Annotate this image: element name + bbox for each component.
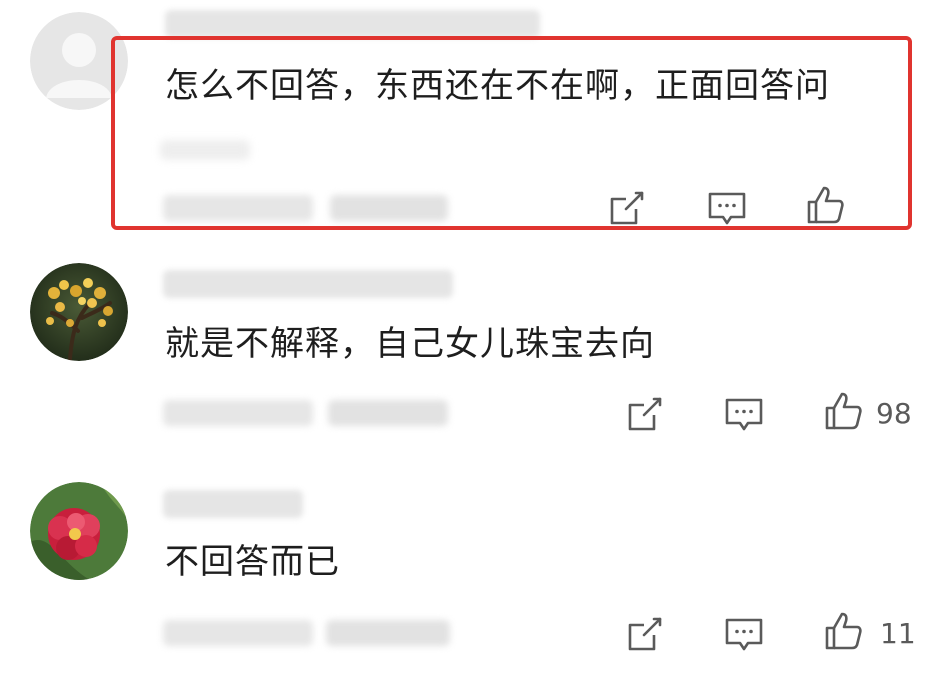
comment-text: 不回答而已	[165, 542, 340, 582]
thumbs-up-icon	[825, 392, 862, 430]
avatar[interactable]	[30, 263, 128, 361]
avatar[interactable]	[30, 482, 128, 580]
red-flower-avatar-icon	[30, 482, 128, 580]
default-avatar-icon	[30, 12, 128, 110]
comment-text: 就是不解释，自己女儿珠宝去向	[165, 324, 655, 364]
share-icon	[628, 397, 662, 431]
reply-button[interactable]	[723, 393, 765, 435]
comment-time	[163, 400, 313, 426]
comment-location	[326, 620, 450, 646]
comment-location	[328, 400, 448, 426]
comment-text-blurred	[160, 140, 250, 160]
thumbs-up-icon	[807, 186, 844, 224]
reply-button[interactable]	[723, 613, 765, 655]
comment-icon	[725, 618, 763, 651]
comment-icon	[708, 192, 746, 225]
comment-item: 就是不解释，自己女儿珠宝去向 98	[0, 250, 948, 470]
flower-tree-avatar-icon	[30, 263, 128, 361]
comment-location	[330, 195, 448, 221]
like-button[interactable]	[822, 610, 864, 652]
username[interactable]	[163, 270, 453, 298]
like-button[interactable]	[804, 184, 846, 226]
comment-time	[163, 195, 313, 221]
share-button[interactable]	[624, 613, 666, 655]
comment-item: 不回答而已 11	[0, 470, 948, 692]
username[interactable]	[165, 10, 540, 38]
comment-text: 怎么不回答，东西还在不在啊，正面回答问	[165, 66, 830, 106]
avatar[interactable]	[30, 12, 128, 110]
comment-time	[163, 620, 313, 646]
like-count: 98	[876, 397, 912, 430]
share-icon	[628, 617, 662, 651]
username[interactable]	[163, 490, 303, 518]
share-button[interactable]	[624, 393, 666, 435]
like-button[interactable]	[822, 390, 864, 432]
comment-icon	[725, 398, 763, 431]
like-count: 11	[880, 617, 916, 650]
share-button[interactable]	[606, 187, 648, 229]
comment-item: 怎么不回答，东西还在不在啊，正面回答问	[0, 0, 948, 240]
reply-button[interactable]	[706, 187, 748, 229]
share-icon	[610, 191, 644, 225]
thumbs-up-icon	[825, 612, 862, 650]
